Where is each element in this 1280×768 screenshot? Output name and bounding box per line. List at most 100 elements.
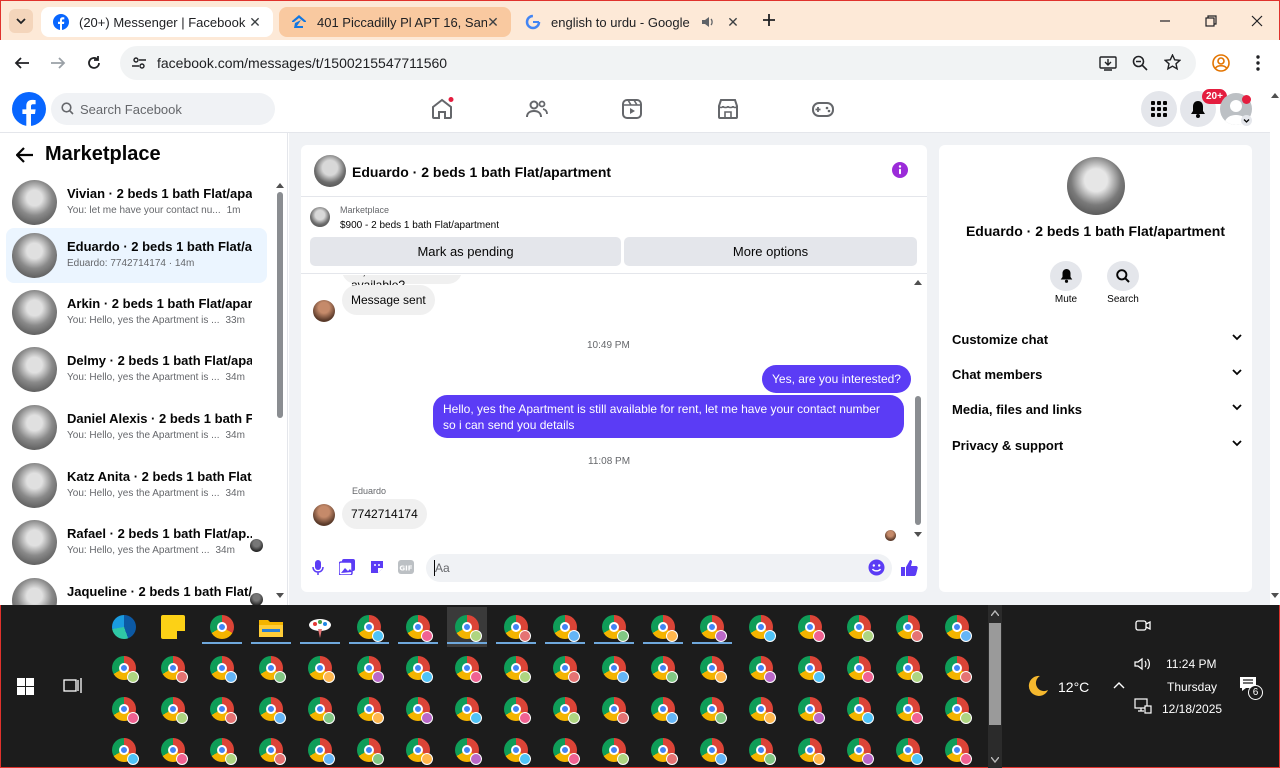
chrome-profile-icon[interactable] — [700, 656, 727, 683]
chrome-profile-icon[interactable] — [798, 738, 825, 765]
sticky-notes-icon[interactable] — [161, 615, 185, 639]
app-icon[interactable] — [308, 615, 332, 639]
more-options-button[interactable]: More options — [624, 237, 917, 266]
back-arrow-icon[interactable] — [14, 55, 30, 71]
chrome-profile-icon[interactable] — [749, 738, 776, 765]
meet-now-icon[interactable] — [1135, 617, 1151, 633]
task-view-icon[interactable] — [63, 677, 82, 694]
chrome-profile-icon[interactable] — [357, 656, 384, 683]
close-tab-icon[interactable]: ✕ — [725, 14, 741, 30]
chrome-profile-icon[interactable] — [602, 738, 629, 765]
conversation-item[interactable]: Daniel Alexis · 2 beds 1 bath Fla... You:… — [6, 400, 267, 455]
chrome-profile-icon[interactable] — [455, 697, 482, 724]
restore-button[interactable] — [1188, 1, 1234, 41]
taskbar-scroll-thumb[interactable] — [989, 623, 1001, 725]
chrome-profile-icon[interactable] — [700, 697, 727, 724]
chrome-profile-icon[interactable] — [161, 738, 188, 765]
home-icon[interactable] — [430, 97, 454, 121]
chrome-profile-icon[interactable] — [112, 656, 139, 683]
info-icon[interactable] — [892, 162, 908, 178]
chrome-profile-icon[interactable] — [357, 697, 384, 724]
message-input[interactable]: Aa — [426, 554, 892, 582]
chrome-profile-icon[interactable] — [553, 615, 580, 642]
sender-avatar[interactable] — [313, 504, 335, 526]
mark-as-pending-button[interactable]: Mark as pending — [310, 237, 621, 266]
file-explorer-icon[interactable] — [259, 617, 283, 641]
conversation-item[interactable]: Arkin · 2 beds 1 bath Flat/apart... You: … — [6, 285, 267, 340]
clock-time[interactable]: 11:24 PM — [1166, 657, 1216, 671]
chrome-profile-icon[interactable] — [308, 656, 335, 683]
message-scroll-thumb[interactable] — [915, 396, 921, 525]
chrome-profile-icon[interactable] — [161, 656, 188, 683]
chrome-profile-icon[interactable] — [602, 615, 629, 642]
chrome-profile-icon[interactable] — [504, 656, 531, 683]
reload-icon[interactable] — [86, 55, 102, 71]
menu-button[interactable] — [1141, 91, 1177, 127]
close-tab-icon[interactable]: ✕ — [247, 14, 263, 30]
chrome-profile-icon[interactable] — [259, 656, 286, 683]
weather-moon-icon[interactable] — [1026, 674, 1050, 698]
facebook-logo-icon[interactable] — [12, 92, 46, 126]
video-icon[interactable] — [620, 97, 644, 121]
conversation-item[interactable]: Jaqueline · 2 beds 1 bath Flat/... — [6, 573, 267, 605]
chat-avatar[interactable] — [314, 155, 346, 187]
chrome-profile-icon[interactable] — [161, 697, 188, 724]
close-window-button[interactable] — [1234, 1, 1280, 41]
chrome-profile-icon[interactable] — [896, 697, 923, 724]
chrome-icon[interactable] — [210, 615, 234, 639]
chrome-profile-icon[interactable] — [455, 656, 482, 683]
friends-icon[interactable] — [525, 97, 549, 121]
chrome-profile-icon[interactable] — [945, 738, 972, 765]
zoom-icon[interactable] — [1132, 55, 1148, 71]
chrome-profile-icon[interactable] — [602, 656, 629, 683]
chrome-profile-icon[interactable] — [455, 738, 482, 765]
chrome-profile-icon[interactable] — [112, 738, 139, 765]
more-vertical-icon[interactable] — [1255, 54, 1261, 72]
facebook-search-input[interactable]: Search Facebook — [51, 93, 275, 125]
tab-messenger[interactable]: (20+) Messenger | Facebook ✕ — [41, 7, 273, 37]
tab-search-button[interactable] — [9, 9, 33, 33]
chrome-profile-icon[interactable] — [798, 615, 825, 642]
chrome-profile-icon[interactable] — [847, 738, 874, 765]
chrome-profile-icon[interactable] — [406, 615, 433, 642]
chat-members-section[interactable]: Chat members — [952, 367, 1242, 382]
volume-icon[interactable] — [1134, 657, 1152, 671]
tab-google[interactable]: english to urdu - Google Se ✕ — [513, 7, 751, 37]
install-app-icon[interactable] — [1099, 54, 1117, 72]
chrome-profile-icon[interactable] — [651, 656, 678, 683]
chrome-profile-icon[interactable] — [553, 656, 580, 683]
chrome-profile-icon[interactable] — [749, 656, 776, 683]
chrome-profile-icon[interactable] — [357, 738, 384, 765]
clock-day[interactable]: Thursday — [1167, 680, 1217, 694]
back-arrow-icon[interactable] — [16, 147, 34, 163]
temperature[interactable]: 12°C — [1058, 679, 1089, 695]
microphone-icon[interactable] — [312, 560, 324, 576]
chrome-profile-icon[interactable] — [651, 697, 678, 724]
clock-date[interactable]: 12/18/2025 — [1162, 702, 1222, 716]
chrome-profile-icon[interactable] — [447, 607, 487, 647]
customize-chat-section[interactable]: Customize chat — [952, 332, 1242, 347]
sender-avatar[interactable] — [313, 300, 335, 322]
gif-icon[interactable]: GIF — [398, 560, 414, 574]
chrome-profile-icon[interactable] — [406, 697, 433, 724]
chrome-profile-icon[interactable] — [308, 738, 335, 765]
page-scrollbar[interactable] — [1270, 85, 1280, 605]
edge-icon[interactable] — [112, 615, 136, 639]
listing-description[interactable]: $900 - 2 beds 1 bath Flat/apartment — [340, 220, 499, 231]
chrome-profile-icon[interactable] — [847, 615, 874, 642]
minimize-button[interactable] — [1142, 1, 1188, 41]
chrome-profile-icon[interactable] — [945, 615, 972, 642]
chrome-profile-icon[interactable] — [553, 738, 580, 765]
chrome-profile-icon[interactable] — [945, 656, 972, 683]
list-scroll-thumb[interactable] — [277, 192, 283, 418]
taskbar-scrollbar[interactable] — [988, 605, 1002, 768]
mute-button[interactable] — [1050, 261, 1082, 291]
chrome-profile-icon[interactable] — [210, 656, 237, 683]
chrome-profile-icon[interactable] — [210, 738, 237, 765]
photo-icon[interactable] — [339, 559, 355, 575]
chrome-profile-icon[interactable] — [112, 697, 139, 724]
scroll-up-icon[interactable] — [991, 610, 999, 616]
bookmark-star-icon[interactable] — [1164, 54, 1181, 71]
thumbs-up-icon[interactable] — [900, 559, 918, 577]
chrome-profile-icon[interactable] — [847, 656, 874, 683]
